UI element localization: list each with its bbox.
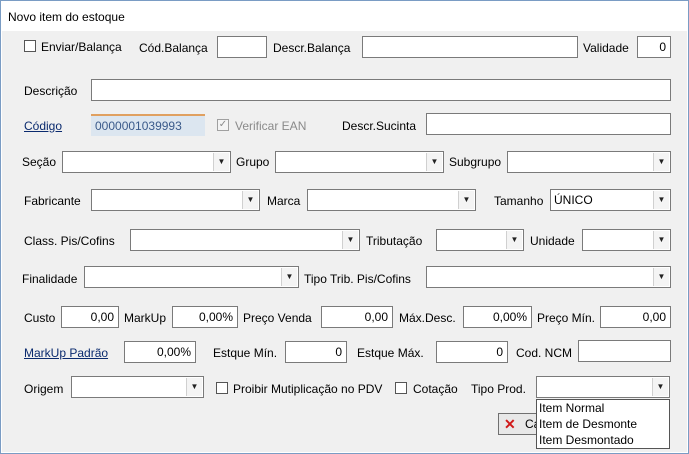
chevron-down-icon: ▼ [653,231,669,249]
chevron-down-icon: ▼ [186,378,202,396]
estque-min-input[interactable]: 0 [285,341,347,363]
estque-max-label: Estque Máx. [357,346,424,360]
origem-label: Origem [24,382,64,396]
enviar-balanca-label: Enviar/Balança [41,40,122,54]
custo-label: Custo [24,311,56,325]
tributacao-select[interactable]: ▼ [436,229,524,251]
chevron-down-icon: ▼ [653,153,669,171]
markup-input[interactable]: 0,00% [172,306,238,328]
secao-label: Seção [22,155,57,169]
descricao-input[interactable] [91,79,671,101]
title-bar: Novo item do estoque [1,1,688,31]
cotacao-checkbox[interactable] [395,382,407,394]
unidade-label: Unidade [530,234,575,248]
tipo-prod-label: Tipo Prod. [471,382,526,396]
chevron-down-icon: ▼ [213,153,229,171]
finalidade-select[interactable]: ▼ [84,266,299,288]
markup-padrao-input[interactable]: 0,00% [124,341,196,363]
tamanho-label: Tamanho [494,194,544,208]
verificar-ean-label: Verificar EAN [235,119,307,133]
tipo-prod-dropdown-list: Item Normal Item de Desmonte Item Desmon… [536,399,670,449]
grupo-select[interactable]: ▼ [275,151,444,173]
chevron-down-icon: ▼ [281,268,297,286]
chevron-down-icon: ▼ [653,191,669,209]
chevron-down-icon: ▼ [242,191,258,209]
grupo-label: Grupo [236,155,270,169]
subgrupo-label: Subgrupo [449,155,502,169]
estque-min-label: Estque Mín. [213,346,278,360]
tipo-trib-pis-cofins-label: Tipo Trib. Pis/Cofins [304,272,411,286]
chevron-down-icon: ▼ [458,191,474,209]
chevron-down-icon: ▼ [652,378,668,396]
fabricante-select[interactable]: ▼ [91,189,260,211]
verificar-ean-checkbox[interactable]: ✓ [217,119,229,131]
chevron-down-icon: ▼ [506,231,522,249]
tipo-prod-option[interactable]: Item de Desmonte [537,416,669,432]
cod-balanca-input[interactable] [217,36,267,58]
origem-select[interactable]: ▼ [71,376,204,398]
proibir-multiplicacao-checkbox[interactable] [216,382,228,394]
codigo-link[interactable]: Código [24,119,62,133]
fabricante-label: Fabricante [24,194,81,208]
cod-ncm-input[interactable] [578,340,671,362]
cod-ncm-label: Cod. NCM [516,346,573,360]
unidade-select[interactable]: ▼ [582,229,671,251]
max-desc-label: Máx.Desc. [399,311,456,325]
max-desc-input[interactable]: 0,00% [463,306,532,328]
proibir-multiplicacao-label: Proibir Mutiplicação no PDV [233,382,383,396]
descr-sucinta-input[interactable] [426,113,671,135]
enviar-balanca-checkbox[interactable] [24,40,36,52]
tipo-trib-pis-cofins-select[interactable]: ▼ [426,266,671,288]
secao-select[interactable]: ▼ [62,151,231,173]
finalidade-label: Finalidade [22,272,78,286]
tipo-prod-select[interactable]: ▼ [536,376,670,398]
preco-venda-label: Preço Venda [243,311,312,325]
tipo-prod-option[interactable]: Item Desmontado [537,432,669,448]
markup-label: MarkUp [124,311,167,325]
codigo-input[interactable]: 0000001039993 [91,114,205,136]
cancel-x-icon: ✕ [504,416,516,432]
class-pis-cofins-label: Class. Pis/Cofins [24,234,115,248]
chevron-down-icon: ▼ [426,153,442,171]
descr-balanca-input[interactable] [362,36,578,58]
chevron-down-icon: ▼ [342,231,358,249]
validade-input[interactable]: 0 [637,36,671,58]
marca-label: Marca [267,194,301,208]
cod-balanca-label: Cód.Balança [139,41,208,55]
validade-label: Validade [583,41,629,55]
subgrupo-select[interactable]: ▼ [507,151,671,173]
cotacao-label: Cotação [413,382,458,396]
marca-select[interactable]: ▼ [307,189,476,211]
chevron-down-icon: ▼ [653,268,669,286]
descr-balanca-label: Descr.Balança [273,41,351,55]
preco-min-label: Preço Mín. [537,311,596,325]
estque-max-input[interactable]: 0 [436,341,508,363]
window-title: Novo item do estoque [8,10,125,24]
cancel-button[interactable]: ✕ Ca [498,413,538,435]
markup-padrao-link[interactable]: MarkUp Padrão [24,346,108,360]
preco-min-input[interactable]: 0,00 [600,306,671,328]
descricao-label: Descrição [24,84,78,98]
checkmark-icon: ✓ [218,119,228,130]
tipo-prod-option[interactable]: Item Normal [537,400,669,416]
tamanho-value: ÚNICO [554,193,593,207]
class-pis-cofins-select[interactable]: ▼ [130,229,360,251]
descr-sucinta-label: Descr.Sucinta [342,119,417,133]
tamanho-select[interactable]: ÚNICO ▼ [550,189,671,211]
preco-venda-input[interactable]: 0,00 [321,306,393,328]
custo-input[interactable]: 0,00 [61,306,119,328]
tributacao-label: Tributação [366,234,423,248]
